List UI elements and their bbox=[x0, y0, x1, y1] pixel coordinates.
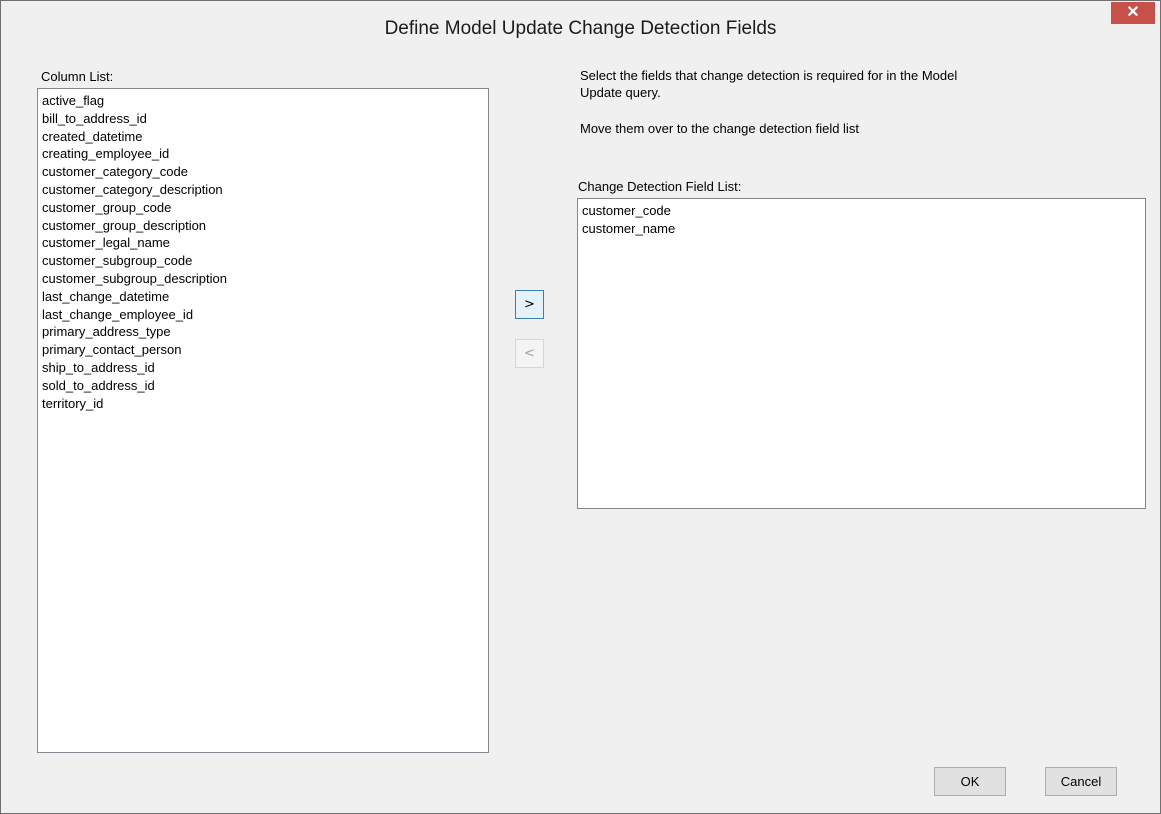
column-list-item[interactable]: created_datetime bbox=[42, 128, 484, 146]
column-listbox[interactable]: active_flag bill_to_address_id created_d… bbox=[37, 88, 489, 753]
column-list-item[interactable]: customer_group_code bbox=[42, 199, 484, 217]
detection-list-label: Change Detection Field List: bbox=[578, 179, 742, 194]
ok-button[interactable]: OK bbox=[934, 767, 1006, 796]
close-icon: ✕ bbox=[1126, 4, 1140, 21]
title-bar[interactable]: Define Model Update Change Detection Fie… bbox=[1, 1, 1160, 63]
column-list-item[interactable]: ship_to_address_id bbox=[42, 359, 484, 377]
dialog-window: Define Model Update Change Detection Fie… bbox=[0, 0, 1161, 814]
column-list-item[interactable]: customer_legal_name bbox=[42, 234, 484, 252]
chevron-right-icon: > bbox=[524, 297, 535, 312]
instructions-move-text: Move them over to the change detection f… bbox=[580, 121, 859, 136]
chevron-left-icon: < bbox=[524, 346, 535, 361]
column-list-item[interactable]: customer_category_description bbox=[42, 181, 484, 199]
column-list-item[interactable]: territory_id bbox=[42, 395, 484, 413]
column-list-label: Column List: bbox=[41, 69, 114, 84]
dialog-title: Define Model Update Change Detection Fie… bbox=[384, 18, 777, 39]
column-list-item[interactable]: active_flag bbox=[42, 92, 484, 110]
instructions-text: Select the fields that change detection … bbox=[580, 68, 958, 100]
column-list-item[interactable]: customer_category_code bbox=[42, 163, 484, 181]
column-list-item[interactable]: last_change_datetime bbox=[42, 288, 484, 306]
cancel-button[interactable]: Cancel bbox=[1045, 767, 1117, 796]
detection-list-item[interactable]: customer_code bbox=[582, 202, 1141, 220]
detection-listbox[interactable]: customer_code customer_name bbox=[577, 198, 1146, 509]
add-field-button[interactable]: > bbox=[515, 290, 544, 319]
column-list-item[interactable]: primary_address_type bbox=[42, 323, 484, 341]
remove-field-button[interactable]: < bbox=[515, 339, 544, 368]
column-list-item[interactable]: primary_contact_person bbox=[42, 341, 484, 359]
column-list-item[interactable]: creating_employee_id bbox=[42, 145, 484, 163]
column-list-item[interactable]: customer_subgroup_code bbox=[42, 252, 484, 270]
detection-list-item[interactable]: customer_name bbox=[582, 220, 1141, 238]
column-list-item[interactable]: sold_to_address_id bbox=[42, 377, 484, 395]
close-button[interactable]: ✕ bbox=[1111, 2, 1155, 24]
column-list-item[interactable]: last_change_employee_id bbox=[42, 306, 484, 324]
column-list-item[interactable]: customer_group_description bbox=[42, 217, 484, 235]
column-list-item[interactable]: customer_subgroup_description bbox=[42, 270, 484, 288]
column-list-item[interactable]: bill_to_address_id bbox=[42, 110, 484, 128]
